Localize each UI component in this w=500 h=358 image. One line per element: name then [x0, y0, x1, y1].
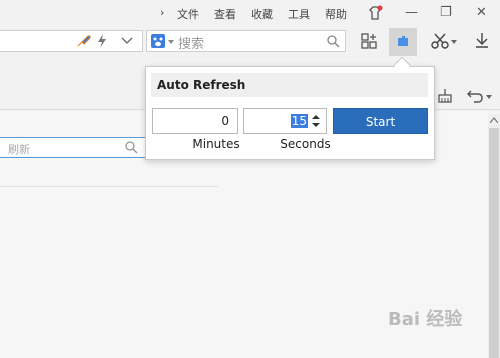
- seconds-label: Seconds: [280, 137, 331, 151]
- broom-icon[interactable]: [436, 88, 454, 104]
- menu-help[interactable]: 帮助: [325, 6, 347, 22]
- menu-chevron-icon[interactable]: ›: [160, 6, 164, 19]
- lightning-icon[interactable]: [97, 34, 107, 48]
- filter-search-icon[interactable]: [125, 141, 138, 154]
- puzzle-icon: [398, 36, 408, 46]
- apps-grid-icon[interactable]: [361, 33, 377, 49]
- undo-dropdown-icon[interactable]: [486, 95, 492, 99]
- filter-placeholder: 刷新: [8, 143, 30, 156]
- scrollbar-thumb[interactable]: [489, 128, 499, 358]
- menu-view[interactable]: 查看: [214, 6, 236, 22]
- popup-title: Auto Refresh: [151, 73, 428, 97]
- restore-icon[interactable]: ❐: [440, 6, 452, 19]
- minutes-input[interactable]: 0: [152, 108, 238, 134]
- download-icon[interactable]: [474, 32, 490, 48]
- menu-file[interactable]: 文件: [177, 6, 199, 22]
- scissors-dropdown-icon[interactable]: [451, 40, 457, 44]
- divider: [0, 186, 218, 187]
- search-placeholder: 搜索: [178, 37, 205, 52]
- paw-icon[interactable]: [151, 34, 165, 48]
- skin-icon[interactable]: [367, 5, 383, 21]
- search-icon[interactable]: [327, 35, 340, 48]
- close-icon[interactable]: ✕: [476, 6, 487, 19]
- search-box[interactable]: [146, 30, 346, 52]
- chevron-down-icon[interactable]: [121, 36, 133, 46]
- seconds-value: 15: [290, 114, 308, 128]
- scroll-up-icon[interactable]: [490, 117, 498, 123]
- menu-favorites[interactable]: 收藏: [251, 6, 273, 22]
- undo-icon[interactable]: [466, 88, 484, 104]
- scissors-icon[interactable]: [431, 33, 449, 49]
- seconds-spinner-icon[interactable]: [312, 114, 320, 128]
- menu-tools[interactable]: 工具: [288, 6, 310, 22]
- start-button[interactable]: Start: [333, 108, 428, 134]
- watermark: Bai 经验: [388, 309, 463, 330]
- engine-dropdown-icon[interactable]: [168, 40, 174, 44]
- rocket-icon[interactable]: [76, 34, 92, 48]
- title-bar: [0, 0, 500, 28]
- minimize-icon[interactable]: —: [405, 6, 418, 19]
